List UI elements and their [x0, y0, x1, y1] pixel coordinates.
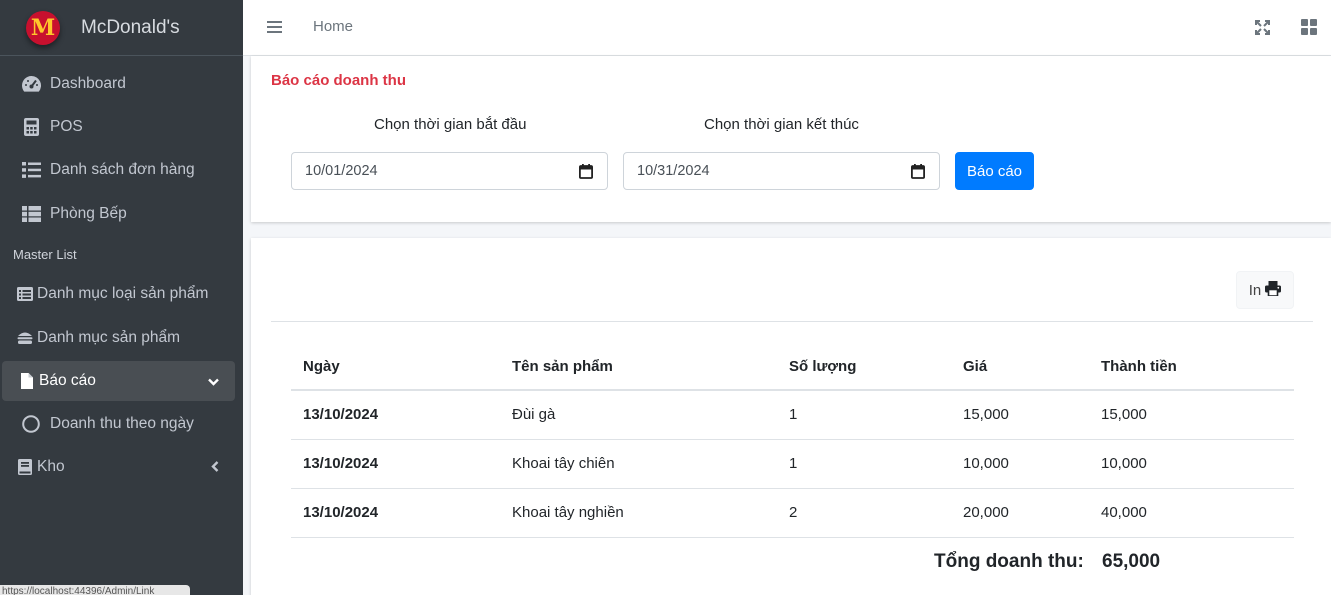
tachometer-icon — [20, 74, 42, 94]
cell-amount: 15,000 — [1089, 390, 1294, 440]
circle-icon — [20, 414, 42, 434]
calendar-icon[interactable] — [578, 164, 593, 183]
column-header-date: Ngày — [291, 343, 500, 391]
book-icon — [16, 457, 34, 477]
list-icon — [20, 160, 42, 180]
calculator-icon — [20, 117, 42, 137]
sidebar-item-label: Kho — [37, 458, 65, 475]
report-result-card: In Ngày Tên sản phẩm Số lượng Giá Thành … — [251, 238, 1331, 595]
start-date-value: 10/01/2024 — [305, 163, 378, 179]
home-link[interactable]: Home — [313, 18, 353, 35]
sidebar-item-label: Doanh thu theo ngày — [50, 415, 194, 432]
table-row: 13/10/2024 Đùi gà 1 15,000 15,000 — [291, 390, 1294, 440]
end-date-value: 10/31/2024 — [637, 163, 710, 179]
sidebar: M McDonald's Dashboard POS Danh sách đơn… — [0, 0, 243, 595]
cell-product: Đùi gà — [500, 390, 777, 440]
sidebar-item-label: Phòng Bếp — [50, 205, 127, 222]
menu-toggle-icon[interactable] — [267, 20, 282, 38]
report-button[interactable]: Báo cáo — [955, 152, 1034, 190]
sidebar-item-dashboard[interactable]: Dashboard — [0, 64, 243, 104]
file-icon — [18, 371, 36, 391]
fullscreen-icon[interactable] — [1255, 20, 1270, 39]
cell-date: 13/10/2024 — [291, 390, 500, 440]
sidebar-item-warehouse[interactable]: Kho — [0, 447, 243, 487]
print-label: In — [1248, 281, 1262, 299]
cell-product: Khoai tây nghiền — [500, 488, 777, 538]
report-filter-card: Báo cáo doanh thu Chọn thời gian bắt đầu… — [251, 56, 1331, 222]
total-revenue-value: 65,000 — [1102, 551, 1161, 572]
divider — [271, 321, 1313, 322]
cell-price: 15,000 — [951, 390, 1089, 440]
sidebar-item-label: Danh sách đơn hàng — [50, 161, 195, 178]
cell-price: 20,000 — [951, 488, 1089, 538]
nav-header-master-list: Master List — [13, 247, 77, 262]
table-icon — [20, 204, 42, 224]
chevron-left-icon — [211, 459, 219, 477]
column-header-price: Giá — [951, 343, 1089, 391]
start-date-label: Chọn thời gian bắt đầu — [374, 116, 527, 133]
start-date-input[interactable]: 10/01/2024 — [291, 152, 608, 190]
cell-date: 13/10/2024 — [291, 439, 500, 489]
cell-date: 13/10/2024 — [291, 488, 500, 538]
cell-product: Khoai tây chiên — [500, 439, 777, 489]
sidebar-item-kitchen[interactable]: Phòng Bếp — [0, 194, 243, 234]
sidebar-item-daily-revenue[interactable]: Doanh thu theo ngày — [0, 404, 243, 444]
cell-qty: 2 — [777, 488, 951, 538]
end-date-label: Chọn thời gian kết thúc — [704, 116, 859, 133]
top-navbar: Home — [243, 0, 1331, 56]
revenue-table: Ngày Tên sản phẩm Số lượng Giá Thành tiề… — [291, 343, 1294, 538]
sidebar-item-reports[interactable]: Báo cáo — [2, 361, 235, 401]
end-date-input[interactable]: 10/31/2024 — [623, 152, 940, 190]
list-alt-icon — [16, 284, 34, 304]
calendar-icon[interactable] — [910, 164, 925, 183]
sidebar-item-label: Danh mục loại sản phẩm — [37, 285, 209, 302]
sidebar-item-products[interactable]: Danh mục sản phẩm — [0, 318, 243, 358]
sidebar-item-orders[interactable]: Danh sách đơn hàng — [0, 150, 243, 190]
logo-letter: M — [30, 14, 56, 41]
cell-price: 10,000 — [951, 439, 1089, 489]
sidebar-item-label: Dashboard — [50, 75, 126, 92]
sidebar-item-category-types[interactable]: Danh mục loại sản phẩm — [0, 274, 243, 314]
sidebar-item-label: POS — [50, 118, 83, 135]
cell-amount: 40,000 — [1089, 488, 1294, 538]
cell-amount: 10,000 — [1089, 439, 1294, 489]
column-header-amount: Thành tiền — [1089, 343, 1294, 391]
print-icon — [1265, 280, 1282, 300]
sidebar-item-label: Báo cáo — [39, 372, 96, 389]
mcdonalds-logo: M — [26, 10, 60, 45]
table-header-row: Ngày Tên sản phẩm Số lượng Giá Thành tiề… — [291, 343, 1294, 391]
table-row: 13/10/2024 Khoai tây nghiền 2 20,000 40,… — [291, 488, 1294, 538]
browser-status-url: https://localhost:44396/Admin/Link — [0, 585, 190, 595]
total-revenue-label: Tổng doanh thu: — [934, 551, 1084, 572]
chevron-down-icon — [208, 373, 219, 391]
print-button[interactable]: In — [1236, 271, 1294, 309]
sidebar-item-pos[interactable]: POS — [0, 107, 243, 147]
hamburger-icon — [16, 328, 34, 348]
brand-name: McDonald's — [81, 16, 180, 38]
grid-icon[interactable] — [1301, 19, 1317, 39]
page-title: Báo cáo doanh thu — [271, 72, 406, 89]
column-header-qty: Số lượng — [777, 343, 951, 391]
table-row: 13/10/2024 Khoai tây chiên 1 10,000 10,0… — [291, 439, 1294, 489]
column-header-product: Tên sản phẩm — [500, 343, 777, 391]
sidebar-item-label: Danh mục sản phẩm — [37, 329, 181, 346]
cell-qty: 1 — [777, 390, 951, 440]
brand-link[interactable]: M McDonald's — [0, 0, 243, 56]
cell-qty: 1 — [777, 439, 951, 489]
